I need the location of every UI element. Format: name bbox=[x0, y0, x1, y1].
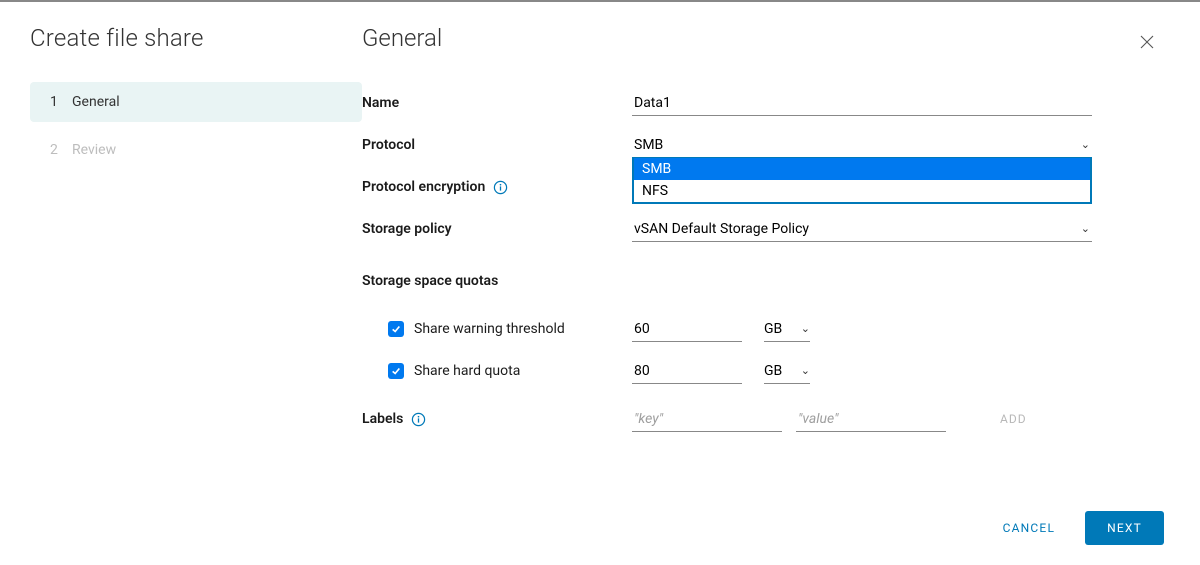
chevron-down-icon: ⌄ bbox=[801, 322, 810, 335]
name-label: Name bbox=[362, 95, 632, 111]
storage-policy-select[interactable]: vSAN Default Storage Policy ⌄ bbox=[632, 217, 1092, 242]
name-input[interactable] bbox=[632, 91, 1092, 116]
label-value-input[interactable] bbox=[796, 407, 946, 432]
chevron-down-icon: ⌄ bbox=[1081, 138, 1090, 151]
hard-quota-label: Share hard quota bbox=[362, 363, 632, 379]
protocol-option-smb[interactable]: SMB bbox=[634, 158, 1090, 180]
warning-threshold-input[interactable] bbox=[632, 317, 742, 342]
chevron-down-icon: ⌄ bbox=[1081, 222, 1090, 235]
protocol-select[interactable]: SMB ⌄ SMB NFS bbox=[632, 133, 1092, 158]
warning-threshold-checkbox[interactable] bbox=[388, 321, 404, 337]
warning-threshold-unit-select[interactable]: GB ⌄ bbox=[764, 317, 810, 342]
hard-quota-unit-select[interactable]: GB ⌄ bbox=[764, 359, 810, 384]
protocol-label: Protocol bbox=[362, 137, 632, 153]
chevron-down-icon: ⌄ bbox=[801, 364, 810, 377]
storage-policy-label: Storage policy bbox=[362, 221, 632, 237]
label-key-input[interactable] bbox=[632, 407, 782, 432]
step-general[interactable]: 1 General bbox=[30, 82, 362, 122]
quotas-label: Storage space quotas bbox=[362, 273, 632, 289]
sidebar-title: Create file share bbox=[30, 24, 362, 52]
protocol-encryption-label: Protocol encryption bbox=[362, 179, 632, 195]
info-icon[interactable] bbox=[493, 180, 508, 195]
wizard-sidebar: Create file share 1 General 2 Review bbox=[30, 24, 362, 565]
cancel-button[interactable]: CANCEL bbox=[991, 511, 1068, 545]
info-icon[interactable] bbox=[411, 412, 426, 427]
protocol-option-nfs[interactable]: NFS bbox=[634, 180, 1090, 202]
add-button[interactable]: ADD bbox=[1000, 412, 1027, 426]
hard-quota-input[interactable] bbox=[632, 359, 742, 384]
hard-quota-checkbox[interactable] bbox=[388, 363, 404, 379]
step-review[interactable]: 2 Review bbox=[30, 130, 362, 170]
protocol-dropdown: SMB NFS bbox=[632, 157, 1092, 204]
next-button[interactable]: NEXT bbox=[1085, 511, 1164, 545]
warning-threshold-label: Share warning threshold bbox=[362, 321, 632, 337]
labels-label: Labels bbox=[362, 411, 632, 427]
page-title: General bbox=[362, 24, 1140, 52]
